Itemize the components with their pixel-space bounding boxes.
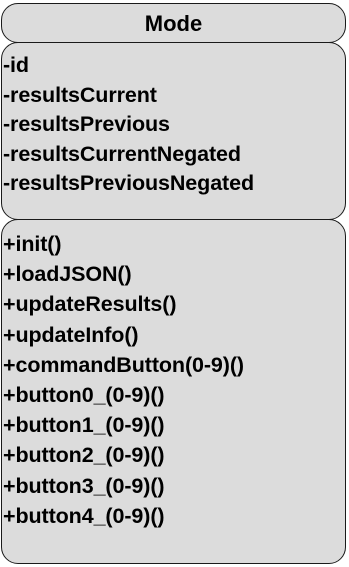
operation-item: +button0_(0-9)() [3,383,165,408]
attributes-compartment: -id -resultsCurrent -resultsPrevious -re… [1,42,346,220]
attribute-item: -resultsCurrentNegated [3,141,241,166]
operation-item: +loadJSON() [3,262,132,287]
attribute-item: -resultsPreviousNegated [3,171,255,195]
class-name: Mode [144,11,203,36]
operation-item: +init() [3,232,62,256]
operation-item: +updateResults() [3,292,177,317]
operation-list: +init() +loadJSON() +updateResults() +up… [3,229,244,531]
operation-item: +button3_(0-9)() [3,473,165,498]
uml-class-box: Mode -id -resultsCurrent -resultsPreviou… [0,0,349,567]
attribute-item: -resultsCurrent [3,82,157,107]
attribute-list: -id -resultsCurrent -resultsPrevious -re… [3,51,254,199]
attribute-item: -resultsPrevious [3,112,170,136]
operation-item: +button4_(0-9)() [3,503,165,528]
attribute-item: -id [3,53,29,77]
operation-item: +button2_(0-9)() [3,443,165,468]
operations-compartment: +init() +loadJSON() +updateResults() +up… [1,219,346,564]
class-name-compartment: Mode [1,3,346,43]
operation-item: +commandButton(0-9)() [3,352,244,377]
operation-item: +button1_(0-9)() [3,413,165,438]
operation-item: +updateInfo() [3,322,139,347]
